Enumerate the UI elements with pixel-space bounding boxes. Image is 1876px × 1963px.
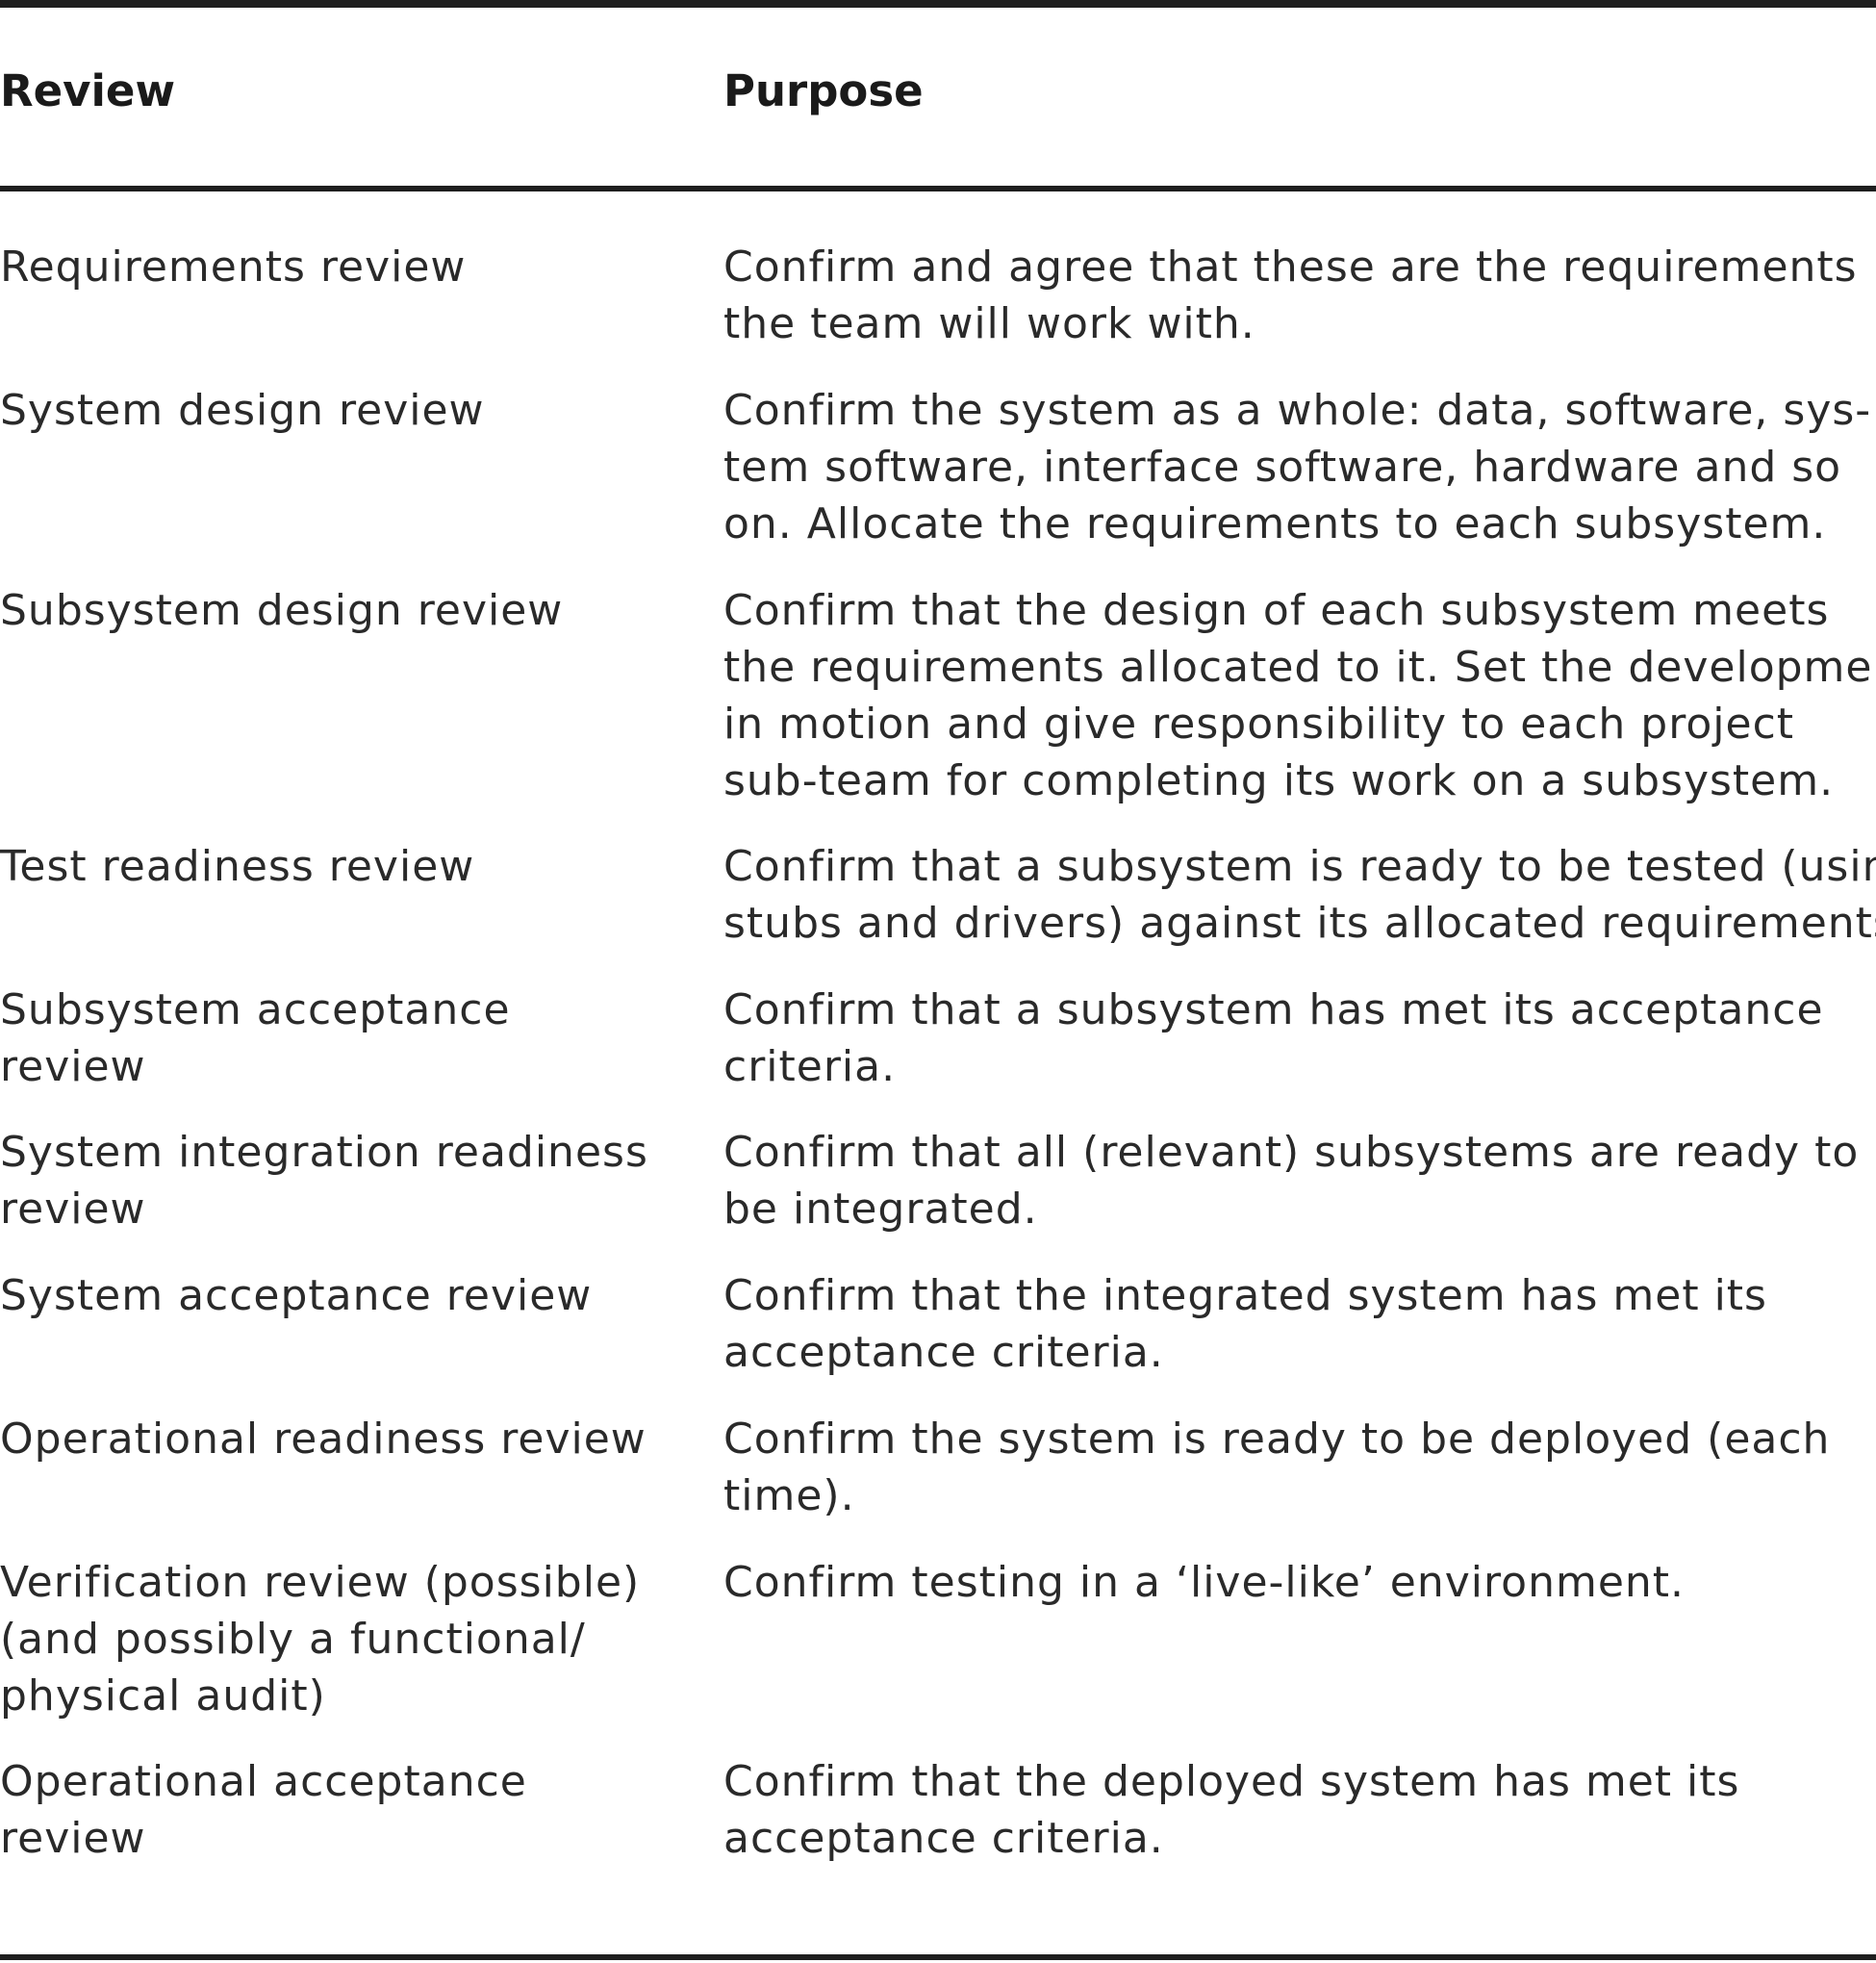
review-text: (and possibly a functional/	[0, 1615, 586, 1664]
purpose-text: Confirm and agree that these are the req…	[723, 242, 1858, 292]
purpose-text: Confirm that the design of each subsyste…	[723, 586, 1830, 635]
purpose-text: stubs and drivers) against its allocated…	[723, 899, 1876, 948]
table-top-rule	[0, 0, 1876, 8]
purpose-text: Confirm the system as a whole: data, sof…	[723, 386, 1872, 435]
table-bottom-rule	[0, 1954, 1876, 1960]
purpose-text: on. Allocate the requirements to each su…	[723, 499, 1827, 548]
review-text: review	[0, 1185, 146, 1234]
review-text: review	[0, 1814, 146, 1863]
purpose-text: Confirm the system is ready to be deploy…	[723, 1415, 1831, 1464]
purpose-text: Confirm that a subsystem is ready to be …	[723, 842, 1876, 891]
purpose-text: the requirements allocated to it. Set th…	[723, 643, 1876, 692]
table-header-rule	[0, 186, 1876, 191]
purpose-text: Confirm that all (relevant) subsystems a…	[723, 1128, 1860, 1177]
purpose-text: Confirm that the integrated system has m…	[723, 1271, 1767, 1320]
review-text: System design review	[0, 386, 485, 435]
purpose-cell: Confirm that a subsystem has met its acc…	[723, 982, 1876, 1095]
review-text: Requirements review	[0, 242, 467, 292]
column-header-purpose: Purpose	[723, 65, 924, 116]
review-cell: Subsystem design review	[0, 582, 673, 639]
purpose-cell: Confirm that the integrated system has m…	[723, 1267, 1876, 1381]
review-cell: System integration readiness review	[0, 1124, 673, 1237]
purpose-cell: Confirm that the deployed system has met…	[723, 1753, 1876, 1867]
purpose-text: the team will work with.	[723, 299, 1255, 348]
review-cell: System design review	[0, 382, 673, 439]
purpose-cell: Confirm and agree that these are the req…	[723, 239, 1876, 352]
review-cell: Requirements review	[0, 239, 673, 295]
purpose-text: acceptance criteria.	[723, 1328, 1164, 1377]
purpose-text: be integrated.	[723, 1185, 1038, 1234]
purpose-text: Confirm that the deployed system has met…	[723, 1757, 1740, 1806]
review-text: Test readiness review	[0, 842, 475, 891]
purpose-cell: Confirm the system is ready to be deploy…	[723, 1411, 1876, 1524]
purpose-cell: Confirm that all (relevant) subsystems a…	[723, 1124, 1876, 1237]
purpose-cell: Confirm that a subsystem is ready to be …	[723, 838, 1876, 952]
review-text: Subsystem design review	[0, 586, 564, 635]
review-text: review	[0, 1042, 146, 1091]
review-text: System integration readiness	[0, 1128, 648, 1177]
review-text: Subsystem acceptance	[0, 985, 511, 1034]
purpose-cell: Confirm the system as a whole: data, sof…	[723, 382, 1876, 552]
review-cell: System acceptance review	[0, 1267, 673, 1324]
purpose-text: tem software, interface software, hardwa…	[723, 443, 1842, 492]
purpose-text: time).	[723, 1471, 855, 1520]
purpose-text: sub-team for completing its work on a su…	[723, 756, 1835, 805]
purpose-cell: Confirm testing in a ‘live-like’ environ…	[723, 1554, 1876, 1611]
review-text: Operational acceptance	[0, 1757, 527, 1806]
purpose-text: Confirm testing in a ‘live-like’ environ…	[723, 1558, 1686, 1607]
review-text: physical audit)	[0, 1671, 326, 1721]
review-text: Operational readiness review	[0, 1415, 646, 1464]
review-cell: Verification review (possible) (and poss…	[0, 1554, 673, 1724]
purpose-text: in motion and give responsibility to eac…	[723, 700, 1795, 749]
purpose-text: Confirm that a subsystem has met its acc…	[723, 985, 1824, 1034]
review-text: System acceptance review	[0, 1271, 593, 1320]
review-cell: Operational readiness review	[0, 1411, 673, 1467]
review-cell: Subsystem acceptance review	[0, 982, 673, 1095]
purpose-text: criteria.	[723, 1042, 897, 1091]
review-cell: Test readiness review	[0, 838, 673, 895]
review-text: Verification review (possible)	[0, 1558, 641, 1607]
purpose-text: acceptance criteria.	[723, 1814, 1164, 1863]
review-cell: Operational acceptance review	[0, 1753, 673, 1867]
purpose-cell: Confirm that the design of each subsyste…	[723, 582, 1876, 809]
column-header-review: Review	[0, 65, 176, 116]
